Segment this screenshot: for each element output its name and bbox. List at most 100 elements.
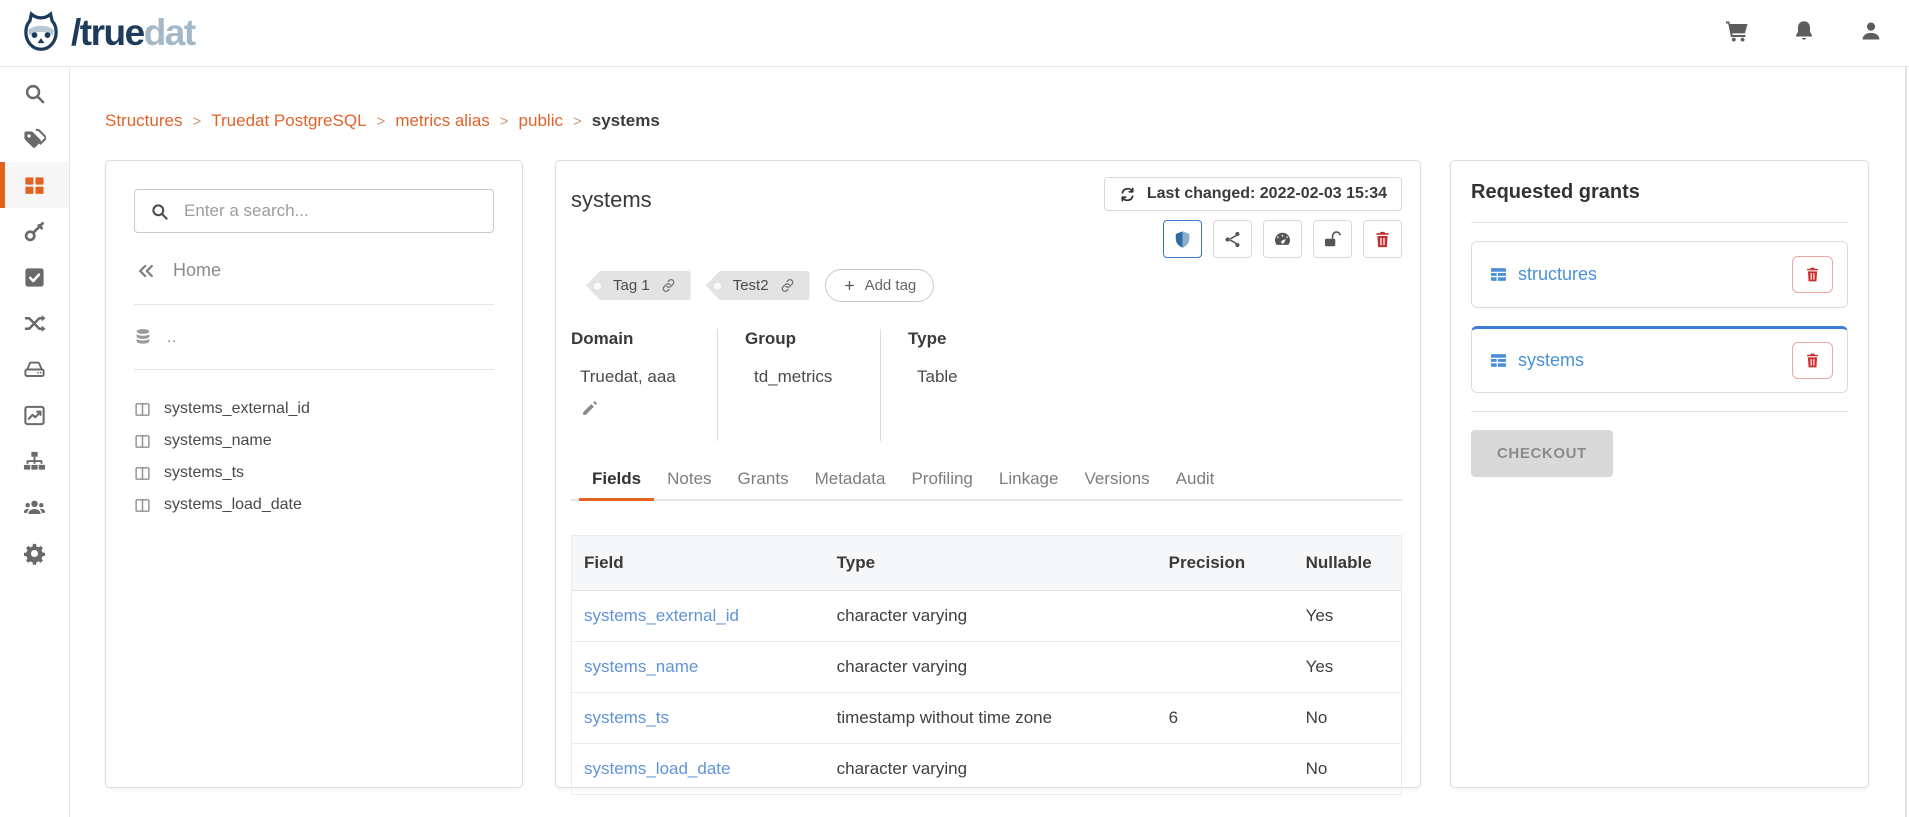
delete-button[interactable]: [1363, 220, 1402, 258]
checkout-button[interactable]: CHECKOUT: [1471, 430, 1613, 477]
breadcrumb-link[interactable]: public: [519, 111, 563, 131]
breadcrumb-separator: >: [192, 113, 201, 130]
tree-field-label: systems_name: [164, 432, 272, 450]
sidebar-item-key[interactable]: [0, 208, 69, 254]
topbar-cart-button[interactable]: [1725, 19, 1749, 48]
tree-parent-link[interactable]: ..: [134, 328, 494, 346]
trash-icon: [1804, 352, 1821, 369]
meta-value: td_metrics: [745, 367, 850, 387]
grant-delete-button[interactable]: [1792, 342, 1833, 379]
refresh-icon: [1119, 186, 1136, 203]
breadcrumb-link[interactable]: Truedat PostgreSQL: [211, 111, 366, 131]
tag-chip[interactable]: Tag 1: [586, 271, 691, 300]
tasks-icon: [23, 266, 46, 289]
last-changed-badge[interactable]: Last changed: 2022-02-03 15:34: [1104, 177, 1402, 211]
sidebar-item-drive[interactable]: [0, 346, 69, 392]
sidebar-item-sitemap[interactable]: [0, 438, 69, 484]
tree-home-link[interactable]: Home: [136, 260, 492, 281]
gauge-button[interactable]: [1263, 220, 1302, 258]
table-cell: 6: [1157, 693, 1294, 744]
unlock-button[interactable]: [1313, 220, 1352, 258]
sidebar-item-structures[interactable]: [0, 162, 69, 208]
grid-icon: [23, 174, 46, 197]
field-link[interactable]: systems_name: [572, 642, 825, 693]
tab-linkage[interactable]: Linkage: [986, 459, 1072, 499]
owl-logo-icon: [18, 10, 64, 56]
table-cell: [1157, 591, 1294, 642]
grant-card: systems: [1471, 326, 1848, 393]
topbar-icon-group: [1725, 19, 1883, 48]
users-icon: [23, 496, 46, 519]
tab-metadata[interactable]: Metadata: [802, 459, 899, 499]
action-button-row: [1163, 220, 1402, 258]
tab-audit[interactable]: Audit: [1163, 459, 1228, 499]
table-cell: No: [1294, 744, 1402, 795]
add-tag-button[interactable]: Add tag: [825, 269, 935, 302]
sidebar-item-shuffle[interactable]: [0, 300, 69, 346]
tag-row: Tag 1 Test2 Add tag: [586, 269, 1402, 302]
table-cell: [1157, 642, 1294, 693]
share-button[interactable]: [1213, 220, 1252, 258]
sidebar-item-tags[interactable]: [0, 116, 69, 162]
tag-chip[interactable]: Test2: [706, 271, 810, 300]
breadcrumb: Structures > Truedat PostgreSQL > metrics al…: [105, 111, 660, 131]
tags-icon: [23, 128, 46, 151]
sidebar-item-chart[interactable]: [0, 392, 69, 438]
table-row: systems_namecharacter varyingYes: [572, 642, 1402, 693]
tag-label: Tag 1: [613, 277, 650, 294]
tree-field-list: systems_external_id systems_name systems_t…: [134, 393, 494, 521]
tree-search-input[interactable]: [182, 200, 478, 222]
tree-home-label: Home: [173, 260, 221, 281]
unlock-icon: [1323, 230, 1342, 249]
topbar-notifications-button[interactable]: [1792, 19, 1816, 48]
tab-grants[interactable]: Grants: [725, 459, 802, 499]
columns-icon: [134, 465, 151, 482]
sidebar-item-tasks[interactable]: [0, 254, 69, 300]
tab-versions[interactable]: Versions: [1071, 459, 1162, 499]
chevrons-left-icon: [136, 261, 156, 281]
truedat-logo[interactable]: /truedat: [18, 10, 195, 56]
grant-delete-button[interactable]: [1792, 256, 1833, 293]
column-header: Type: [825, 536, 1157, 591]
field-link[interactable]: systems_ts: [572, 693, 825, 744]
tab-fields[interactable]: Fields: [579, 459, 654, 499]
tab-notes[interactable]: Notes: [654, 459, 724, 499]
icon-sidebar: [0, 67, 70, 817]
detail-header-right: Last changed: 2022-02-03 15:34: [1104, 177, 1402, 258]
column-header: Field: [572, 536, 825, 591]
tree-field-item[interactable]: systems_name: [134, 425, 494, 457]
table-cell: No: [1294, 693, 1402, 744]
tab-profiling[interactable]: Profiling: [898, 459, 985, 499]
table-row: systems_load_datecharacter varyingNo: [572, 744, 1402, 795]
tree-field-item[interactable]: systems_ts: [134, 457, 494, 489]
search-icon: [23, 82, 46, 105]
tree-field-label: systems_ts: [164, 464, 244, 482]
table-icon: [1489, 265, 1508, 284]
sidebar-item-settings[interactable]: [0, 530, 69, 576]
table-row: systems_tstimestamp without time zone6No: [572, 693, 1402, 744]
grant-structure-link[interactable]: systems: [1489, 350, 1584, 371]
breadcrumb-separator: >: [500, 113, 509, 130]
protect-button[interactable]: [1163, 220, 1202, 258]
grant-list: structures systems: [1471, 241, 1848, 393]
field-link[interactable]: systems_load_date: [572, 744, 825, 795]
grant-card: structures: [1471, 241, 1848, 308]
breadcrumb-link[interactable]: metrics alias: [395, 111, 489, 131]
tree-field-item[interactable]: systems_load_date: [134, 489, 494, 521]
meta-label: Group: [745, 329, 850, 349]
tree-field-label: systems_load_date: [164, 496, 302, 514]
field-link[interactable]: systems_external_id: [572, 591, 825, 642]
scrollbar-track[interactable]: [1905, 67, 1907, 817]
grant-structure-link[interactable]: structures: [1489, 264, 1597, 285]
gauge-icon: [1273, 230, 1292, 249]
breadcrumb-link[interactable]: Structures: [105, 111, 182, 131]
share-icon: [1223, 230, 1242, 249]
tree-field-item[interactable]: systems_external_id: [134, 393, 494, 425]
meta-value: Truedat, aaa: [571, 367, 687, 387]
structure-tree-panel: Home .. systems_external_idsystems_names…: [105, 160, 523, 788]
edit-domain-button[interactable]: [581, 400, 598, 420]
sitemap-icon: [23, 450, 46, 473]
sidebar-item-users[interactable]: [0, 484, 69, 530]
topbar-user-button[interactable]: [1859, 19, 1883, 48]
sidebar-item-search[interactable]: [0, 70, 69, 116]
